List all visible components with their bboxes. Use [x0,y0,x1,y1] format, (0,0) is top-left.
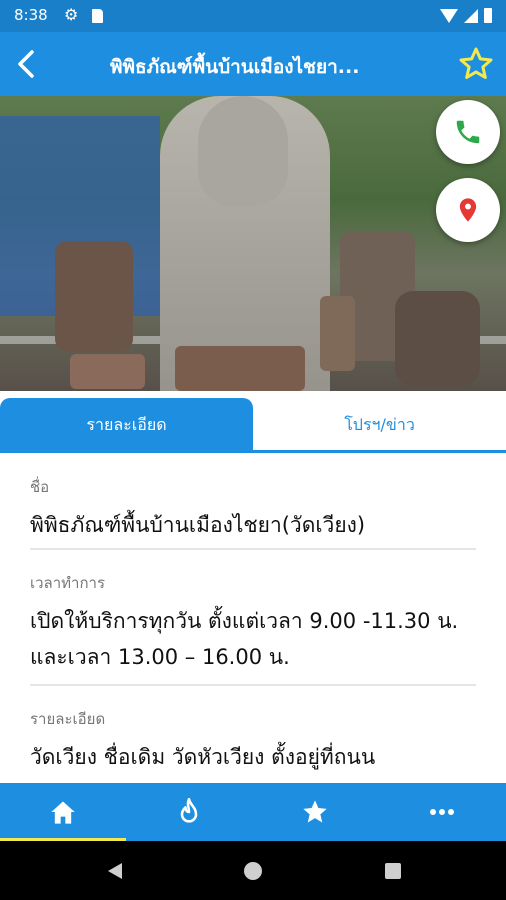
description-line-1: วัดเวียง ชื่อเดิม วัดหัวเวียง ตั้งอยู่ที… [30,745,376,769]
system-nav-bar [0,841,506,900]
name-label: ชื่อ [30,478,50,496]
wifi-icon [440,8,458,23]
detail-tabs: รายละเอียด โปรฯ/ข่าว [0,398,506,452]
call-button[interactable] [436,100,500,164]
stone [320,296,355,371]
bottom-nav [0,783,506,841]
map-button[interactable] [436,178,500,242]
stone [55,241,133,351]
app-bar: พิพิธภัณฑ์พื้นบ้านเมืองไชยา... [0,32,506,96]
divider [30,548,476,550]
nav-more[interactable] [378,783,506,841]
recents-square-icon [385,862,401,879]
stone [395,291,480,386]
gear-icon: ⚙ [64,5,79,24]
star-outline-icon [459,47,493,79]
home-icon [51,801,75,824]
fire-icon [180,798,198,823]
nav-favorites[interactable] [252,783,378,841]
system-back-button[interactable] [90,841,140,900]
name-field: ชื่อ พิพิธภัณฑ์พื้นบ้านเมืองไชยา(วัดเวีย… [0,475,395,543]
hours-line-2: และเวลา 13.00 – 16.00 น. [30,645,290,669]
tab-promotions-news[interactable]: โปรฯ/ข่าว [253,398,506,452]
nav-hot[interactable] [126,783,252,841]
divider [30,684,476,686]
phone-icon [456,120,480,144]
name-value: พิพิธภัณฑ์พื้นบ้านเมืองไชยา(วัดเวียง) [30,513,366,537]
favorite-button[interactable] [456,44,496,84]
hours-field: เวลาทำการ เปิดให้บริการทุกวัน ตั้งแต่เวล… [0,571,488,675]
status-bar: 8:38 ⚙ [0,0,506,32]
system-home-button[interactable] [228,841,278,900]
hero-image [0,96,506,391]
back-arrow-icon [18,50,34,78]
back-triangle-icon [108,862,122,879]
star-icon [303,800,327,823]
stone [70,354,145,389]
tab-details[interactable]: รายละเอียด [0,398,253,452]
description-label: รายละเอียด [30,710,106,728]
page-title: พิพิธภัณฑ์พื้นบ้านเมืองไชยา... [110,56,360,78]
nav-home[interactable] [0,783,126,841]
sd-card-icon [92,9,103,23]
signal-icon [464,8,478,23]
hours-label: เวลาทำการ [30,574,106,592]
home-circle-icon [244,861,262,880]
detail-content[interactable]: ชื่อ พิพิธภัณฑ์พื้นบ้านเมืองไชยา(วัดเวีย… [0,453,506,783]
status-icons [440,8,492,23]
stone [175,346,305,391]
statue-head [198,96,288,206]
status-time: 8:38 [14,6,48,24]
map-pin-icon [459,198,477,222]
back-button[interactable] [8,46,44,82]
system-recents-button[interactable] [368,841,418,900]
description-field: รายละเอียด วัดเวียง ชื่อเดิม วัดหัวเวียง… [0,707,405,775]
hours-line-1: เปิดให้บริการทุกวัน ตั้งแต่เวลา 9.00 -11… [30,609,459,633]
battery-icon [484,8,492,23]
more-icon [430,809,454,815]
